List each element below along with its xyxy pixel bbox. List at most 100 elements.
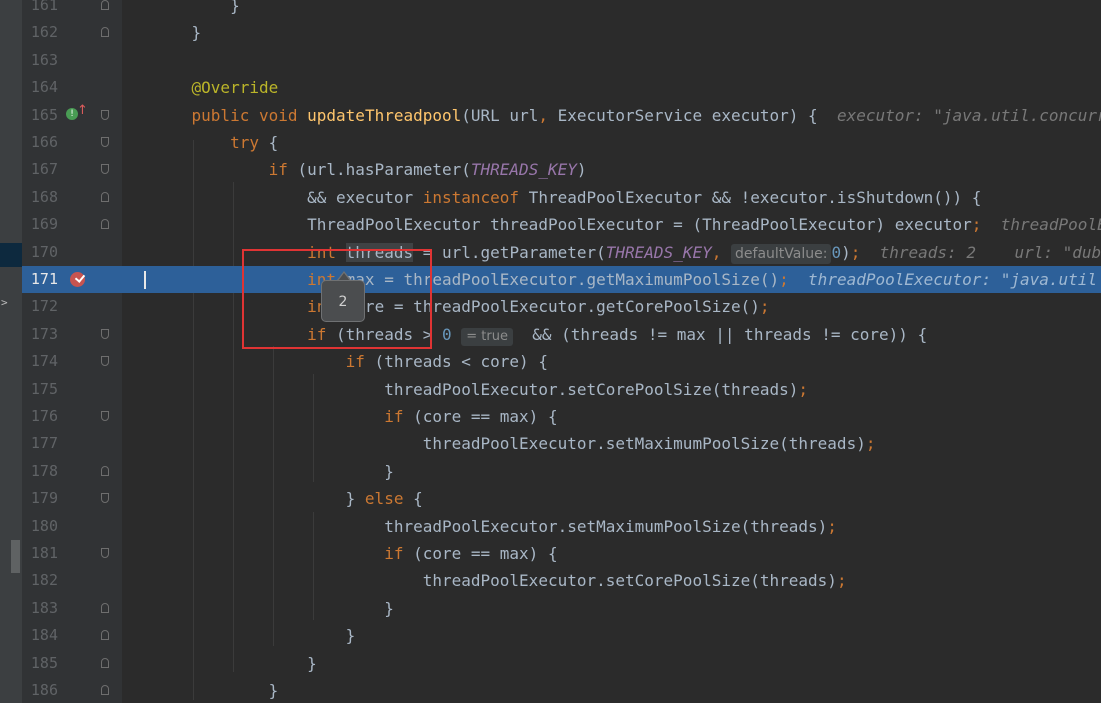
code-line-168[interactable]: && executor instanceof ThreadPoolExecuto… — [122, 184, 1101, 211]
code-line-186[interactable]: } — [122, 677, 1101, 703]
code-line-162[interactable]: } — [122, 19, 1101, 46]
code-line-169[interactable]: ThreadPoolExecutor threadPoolExecutor = … — [122, 211, 1101, 238]
line-number: 167 — [30, 160, 58, 179]
code-line-166[interactable]: try { — [122, 129, 1101, 156]
fold-end-icon[interactable] — [101, 657, 109, 668]
code-line-174[interactable]: if (threads < core) { — [122, 348, 1101, 375]
fold-start-icon[interactable] — [101, 356, 109, 367]
editor-gutter[interactable]: 161 162 163 164 165! ↑ 166 167 168 169 17… — [22, 0, 122, 703]
gutter-line-170[interactable]: 170 — [22, 239, 122, 266]
line-number: 174 — [30, 352, 58, 371]
code-line-185[interactable]: } — [122, 650, 1101, 677]
code-line-176[interactable]: if (core == max) { — [122, 403, 1101, 430]
gutter-line-162[interactable]: 162 — [22, 19, 122, 46]
line-number: 161 — [30, 0, 58, 14]
breakpoint-verified-icon[interactable] — [70, 272, 86, 287]
inline-debug-value[interactable]: threads: 2 — [880, 243, 976, 262]
line-number: 178 — [30, 461, 58, 480]
line-number: 184 — [30, 626, 58, 645]
gutter-line-178[interactable]: 178 — [22, 458, 122, 485]
line-number: 176 — [30, 407, 58, 425]
gutter-line-161[interactable]: 161 — [22, 0, 122, 19]
fold-end-icon[interactable] — [101, 191, 109, 202]
code-line-177[interactable]: threadPoolExecutor.setMaximumPoolSize(th… — [122, 430, 1101, 457]
code-line-161[interactable]: } — [122, 0, 1101, 19]
line-number: 168 — [30, 187, 58, 206]
gutter-line-183[interactable]: 183 — [22, 595, 122, 622]
gutter-line-182[interactable]: 182 — [22, 567, 122, 594]
fold-end-icon[interactable] — [101, 685, 109, 695]
inline-debug-value[interactable]: executor: "java.util.concurrent — [837, 106, 1101, 125]
line-number: 182 — [30, 571, 58, 590]
gutter-line-185[interactable]: 185 — [22, 650, 122, 677]
code-line-183[interactable]: } — [122, 595, 1101, 622]
fold-start-icon[interactable] — [101, 109, 109, 120]
line-number: 162 — [30, 23, 58, 42]
code-line-163[interactable] — [122, 47, 1101, 74]
fold-end-icon[interactable] — [101, 465, 109, 476]
gutter-line-164[interactable]: 164 — [22, 74, 122, 101]
line-number: 185 — [30, 653, 58, 672]
line-number: 179 — [30, 489, 58, 508]
gutter-line-180[interactable]: 180 — [22, 513, 122, 540]
code-line-167[interactable]: if (url.hasParameter(THREADS_KEY) — [122, 156, 1101, 183]
code-line-184[interactable]: } — [122, 622, 1101, 649]
line-number: 180 — [30, 516, 58, 535]
code-line-175[interactable]: threadPoolExecutor.setCorePoolSize(threa… — [122, 376, 1101, 403]
inline-debug-value[interactable]: url: "dubbo — [1014, 243, 1101, 262]
line-number: 181 — [30, 544, 58, 562]
gutter-line-166[interactable]: 166 — [22, 129, 122, 156]
gutter-line-174[interactable]: 174 — [22, 348, 122, 375]
gutter-line-167[interactable]: 167 — [22, 156, 122, 183]
line-number: 166 — [30, 133, 58, 151]
code-line-180[interactable]: threadPoolExecutor.setMaximumPoolSize(th… — [122, 513, 1101, 540]
tool-window-marker[interactable] — [0, 243, 22, 267]
gutter-line-181[interactable]: 181 — [22, 540, 122, 567]
fold-end-icon[interactable] — [101, 0, 109, 10]
fold-start-icon[interactable] — [101, 328, 109, 339]
gutter-line-184[interactable]: 184 — [22, 622, 122, 649]
gutter-line-176[interactable]: 176 — [22, 403, 122, 430]
variable-value-tooltip[interactable]: 2 — [321, 280, 365, 322]
code-line-165[interactable]: public void updateThreadpool(URL url, Ex… — [122, 102, 1101, 129]
gutter-line-165[interactable]: 165! ↑ — [22, 102, 122, 129]
fold-start-icon[interactable] — [101, 411, 109, 421]
gutter-line-173[interactable]: 173 — [22, 321, 122, 348]
fold-end-icon[interactable] — [101, 602, 109, 613]
code-line-178[interactable]: } — [122, 458, 1101, 485]
inline-debug-value[interactable]: threadPoolExecutor — [1001, 215, 1101, 234]
gutter-line-179[interactable]: 179 — [22, 485, 122, 512]
scrollbar-thumb[interactable] — [11, 540, 20, 573]
code-line-181[interactable]: if (core == max) { — [122, 540, 1101, 567]
gutter-line-172[interactable]: 172 — [22, 293, 122, 320]
code-editor[interactable]: } } @Override public void updateThreadpo… — [122, 0, 1101, 703]
gutter-line-163[interactable]: 163 — [22, 47, 122, 74]
up-arrow-icon[interactable]: ↑ — [77, 103, 88, 118]
gutter-line-186[interactable]: 186 — [22, 677, 122, 703]
expand-arrow-icon[interactable]: > — [1, 296, 8, 309]
line-number: 165 — [30, 105, 58, 124]
fold-end-icon[interactable] — [101, 630, 109, 641]
gutter-line-169[interactable]: 169 — [22, 211, 122, 238]
fold-start-icon[interactable] — [101, 548, 109, 558]
gutter-line-177[interactable]: 177 — [22, 430, 122, 457]
code-line-164[interactable]: @Override — [122, 74, 1101, 101]
fold-start-icon[interactable] — [101, 493, 109, 504]
line-number: 177 — [30, 434, 58, 453]
fold-end-icon[interactable] — [101, 219, 109, 230]
method-name[interactable]: updateThreadpool — [307, 106, 461, 125]
line-number: 164 — [30, 78, 58, 97]
fold-start-icon[interactable] — [101, 137, 109, 147]
gutter-line-175[interactable]: 175 — [22, 376, 122, 403]
line-number: 171 — [30, 270, 58, 288]
inline-debug-value[interactable]: threadPoolExecutor: "java.util — [808, 270, 1097, 289]
code-line-179[interactable]: } else { — [122, 485, 1101, 512]
gutter-line-168[interactable]: 168 — [22, 184, 122, 211]
text-caret — [144, 271, 146, 289]
parameter-name-hint: defaultValue: — [731, 243, 832, 264]
fold-start-icon[interactable] — [101, 164, 109, 175]
code-line-182[interactable]: threadPoolExecutor.setCorePoolSize(threa… — [122, 567, 1101, 594]
fold-end-icon[interactable] — [101, 27, 109, 38]
gutter-line-171[interactable]: 171 — [22, 266, 122, 294]
annotation: @Override — [191, 78, 279, 98]
